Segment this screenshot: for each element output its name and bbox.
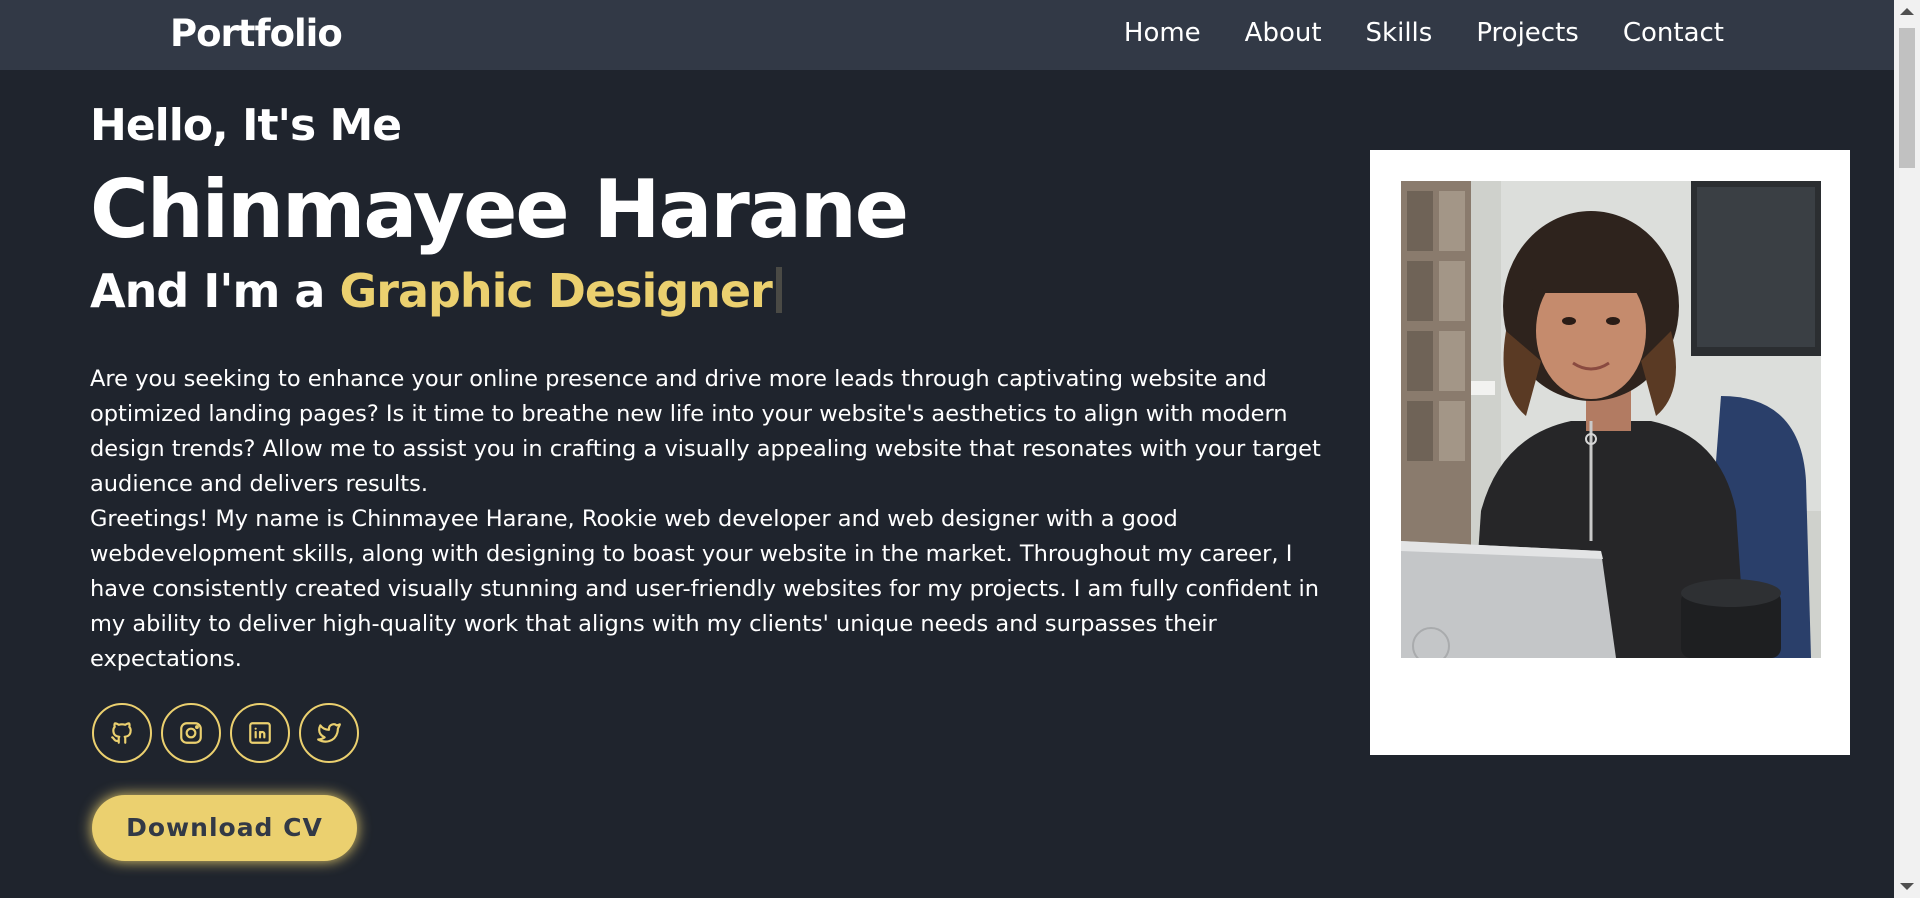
- twitter-link[interactable]: [299, 703, 359, 763]
- typing-cursor: [775, 267, 782, 313]
- navbar: Portfolio Home About Skills Projects Con…: [0, 0, 1894, 70]
- role-heading: And I'm a Graphic Designer: [90, 260, 1340, 322]
- bio-text: Are you seeking to enhance your online p…: [90, 366, 1321, 497]
- nav-links: Home About Skills Projects Contact: [1080, 16, 1724, 50]
- linkedin-icon: [249, 722, 271, 744]
- instagram-link[interactable]: [161, 703, 221, 763]
- hero-content: Hello, It's Me Chinmayee Harane And I'm …: [90, 98, 1340, 861]
- github-link[interactable]: [92, 703, 152, 763]
- greeting-heading: Hello, It's Me: [90, 100, 402, 151]
- nav-link-about[interactable]: About: [1245, 16, 1322, 50]
- download-cv-button[interactable]: Download CV: [92, 795, 357, 861]
- social-links: [92, 703, 1340, 763]
- twitter-icon: [317, 723, 341, 743]
- name-heading: Chinmayee Harane: [90, 163, 909, 256]
- scroll-up-arrow-icon[interactable]: [1900, 8, 1914, 15]
- nav-link-skills[interactable]: Skills: [1366, 16, 1433, 50]
- role-prefix: And I'm a: [90, 264, 340, 318]
- profile-photo-illustration: [1401, 181, 1821, 658]
- bio-paragraph: Are you seeking to enhance your online p…: [90, 362, 1340, 677]
- linkedin-link[interactable]: [230, 703, 290, 763]
- profile-photo: [1401, 181, 1821, 658]
- role-typed-text: Graphic Designer: [339, 264, 773, 318]
- github-icon: [111, 722, 132, 744]
- nav-link-projects[interactable]: Projects: [1476, 16, 1579, 50]
- profile-photo-frame: [1370, 150, 1850, 755]
- page-scrollbar[interactable]: [1894, 0, 1920, 898]
- instagram-icon: [180, 722, 202, 744]
- nav-link-home[interactable]: Home: [1124, 16, 1201, 50]
- scroll-thumb[interactable]: [1899, 28, 1915, 168]
- logo-link[interactable]: Portfolio: [170, 12, 343, 55]
- home-section: Hello, It's Me Chinmayee Harane And I'm …: [0, 70, 1894, 898]
- bio-text-2: Greetings! My name is Chinmayee Harane, …: [90, 506, 1319, 672]
- nav-link-contact[interactable]: Contact: [1623, 16, 1724, 50]
- scroll-down-arrow-icon[interactable]: [1900, 883, 1914, 890]
